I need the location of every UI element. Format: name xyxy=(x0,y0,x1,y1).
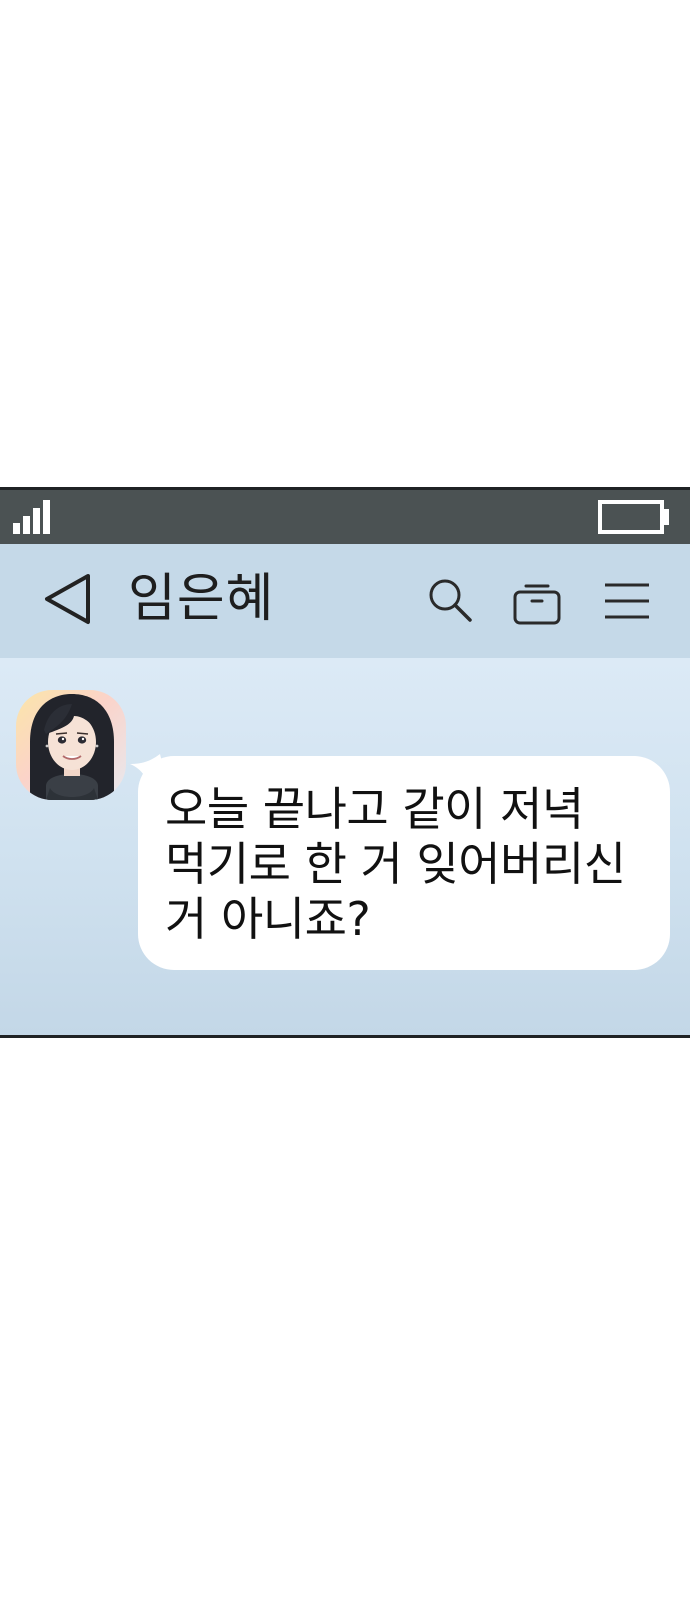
menu-icon[interactable] xyxy=(601,575,653,627)
contact-avatar[interactable] xyxy=(16,690,126,800)
phone-screen: 임은혜 오늘 끝나고 같이 저녁 먹기로 한 거 잊어버리신 거 아니죠? xyxy=(0,487,690,1038)
bag-icon[interactable] xyxy=(511,575,563,627)
chat-area: 오늘 끝나고 같이 저녁 먹기로 한 거 잊어버리신 거 아니죠? xyxy=(0,658,690,1035)
message-bubble[interactable]: 오늘 끝나고 같이 저녁 먹기로 한 거 잊어버리신 거 아니죠? xyxy=(138,756,670,970)
contact-name: 임은혜 xyxy=(128,569,275,629)
status-bar xyxy=(0,490,690,544)
chat-header: 임은혜 xyxy=(0,544,690,658)
search-icon[interactable] xyxy=(425,575,477,627)
back-triangle-icon[interactable] xyxy=(42,571,94,627)
signal-bars-icon xyxy=(13,500,50,534)
battery-icon xyxy=(598,500,669,534)
message-text: 오늘 끝나고 같이 저녁 먹기로 한 거 잊어버리신 거 아니죠? xyxy=(165,782,626,946)
avatar-portrait xyxy=(30,694,114,800)
